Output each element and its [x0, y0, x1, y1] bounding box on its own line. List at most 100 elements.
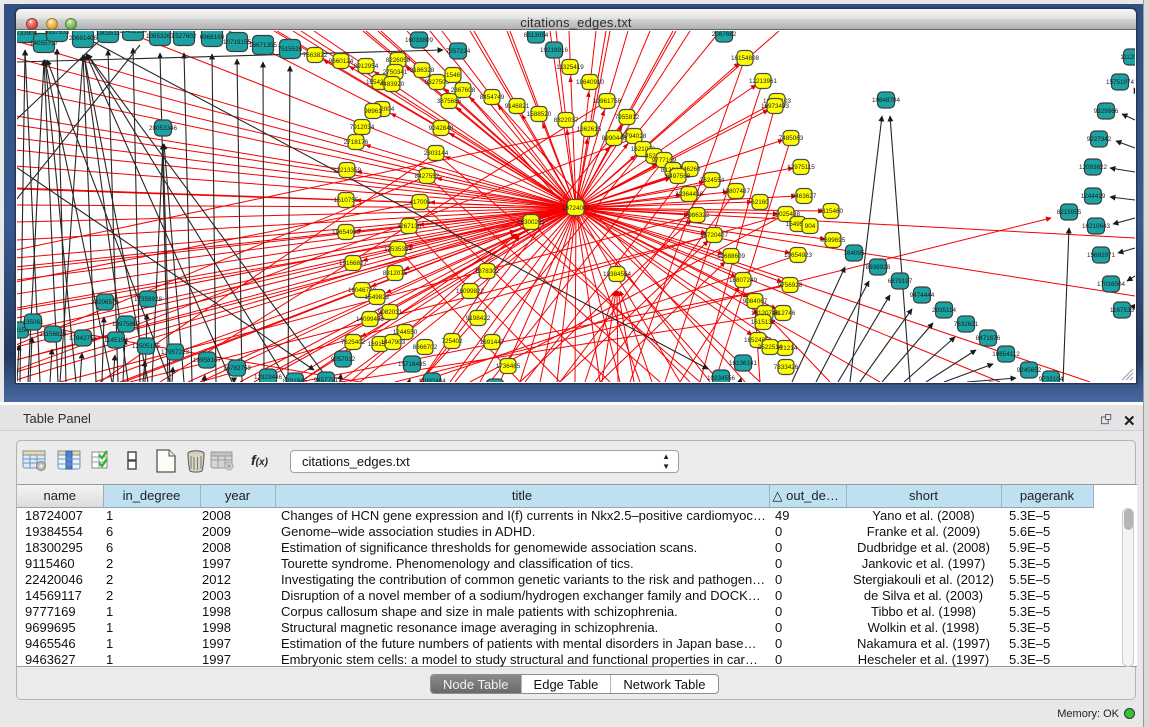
svg-text:7663822: 7663822	[303, 52, 328, 59]
svg-text:8226058: 8226058	[386, 57, 411, 64]
svg-text:1447903: 1447903	[381, 339, 406, 346]
svg-text:19384554: 19384554	[603, 271, 632, 278]
svg-text:7912034: 7912034	[350, 124, 375, 131]
svg-text:12505135: 12505135	[132, 343, 161, 350]
svg-text:18300295: 18300295	[517, 219, 546, 226]
svg-text:3624554: 3624554	[700, 177, 725, 184]
svg-text:98961: 98961	[364, 108, 382, 115]
svg-text:10719155: 10719155	[223, 39, 252, 46]
svg-text:8813054: 8813054	[524, 32, 549, 39]
svg-text:9082031: 9082031	[378, 309, 403, 316]
svg-text:1610755: 1610755	[334, 197, 359, 204]
svg-text:8186328: 8186328	[410, 67, 435, 74]
svg-text:7515526: 7515526	[278, 46, 303, 53]
svg-text:15692971: 15692971	[1087, 252, 1116, 259]
svg-text:2803144: 2803144	[424, 150, 449, 157]
svg-text:20691406: 20691406	[69, 35, 98, 42]
svg-text:10958107: 10958107	[193, 357, 222, 364]
svg-text:16154808: 16154808	[731, 55, 760, 62]
svg-text:11325419: 11325419	[556, 64, 584, 71]
svg-text:18724007: 18724007	[562, 205, 591, 212]
svg-text:1691447: 1691447	[480, 339, 505, 346]
svg-text:9457791: 9457791	[314, 377, 339, 382]
svg-text:2087682: 2087682	[712, 31, 737, 38]
svg-text:1362615: 1362615	[577, 126, 602, 133]
svg-text:164095: 164095	[843, 250, 865, 257]
svg-text:11156829: 11156829	[39, 331, 67, 338]
svg-text:2718176: 2718176	[344, 139, 369, 146]
svg-text:7632621: 7632621	[954, 321, 979, 328]
svg-text:7333426: 7333426	[774, 364, 799, 371]
svg-text:725402: 725402	[441, 338, 463, 345]
svg-text:10234556: 10234556	[707, 375, 736, 382]
svg-text:2935114: 2935114	[932, 307, 957, 314]
svg-text:20364436: 20364436	[675, 191, 704, 198]
svg-text:3875685: 3875685	[437, 98, 462, 105]
svg-text:1736465: 1736465	[496, 363, 521, 370]
svg-text:9057012: 9057012	[331, 356, 356, 363]
svg-text:28053346: 28053346	[149, 125, 178, 132]
svg-text:15751074: 15751074	[1106, 79, 1135, 86]
svg-text:19218916: 19218916	[540, 47, 569, 54]
svg-text:9463627: 9463627	[792, 193, 817, 200]
svg-text:6966160: 6966160	[200, 34, 225, 41]
svg-text:10973493: 10973493	[761, 103, 790, 110]
svg-text:9084067: 9084067	[743, 298, 768, 305]
svg-text:10807487: 10807487	[722, 188, 751, 195]
svg-text:12213359: 12213359	[333, 167, 362, 174]
svg-text:18807249: 18807249	[729, 277, 758, 284]
svg-text:1244419: 1244419	[1081, 193, 1106, 200]
svg-text:7986322: 7986322	[685, 212, 710, 219]
svg-text:17942757: 17942757	[69, 335, 98, 342]
svg-text:16210643: 16210643	[1082, 223, 1111, 230]
svg-text:1903511: 1903511	[96, 31, 121, 37]
svg-text:19654923: 19654923	[784, 252, 813, 259]
svg-text:12975115: 12975115	[787, 164, 815, 171]
svg-text:1527602: 1527602	[172, 33, 197, 40]
svg-text:15716485: 15716485	[398, 361, 427, 368]
svg-text:3267130: 3267130	[397, 223, 422, 230]
svg-text:10648784: 10648784	[872, 97, 901, 104]
svg-text:1167533: 1167533	[1110, 307, 1135, 314]
svg-text:9242848: 9242848	[429, 125, 454, 132]
svg-text:7625402: 7625402	[341, 339, 366, 346]
svg-text:7955812: 7955812	[615, 114, 640, 121]
svg-text:4483920: 4483920	[380, 81, 405, 88]
svg-text:8938928: 8938928	[866, 264, 891, 271]
svg-text:8912954: 8912954	[354, 63, 379, 70]
svg-text:10688609: 10688609	[717, 253, 746, 260]
svg-text:19166827: 19166827	[339, 260, 368, 267]
svg-text:904: 904	[805, 223, 816, 230]
svg-text:16136141: 16136141	[729, 360, 758, 367]
svg-text:15720407: 15720407	[700, 232, 729, 239]
svg-text:13535394: 13535394	[384, 246, 413, 253]
svg-text:10853267: 10853267	[146, 33, 175, 40]
svg-text:12923446: 12923446	[254, 374, 283, 381]
svg-text:9756928: 9756928	[778, 282, 803, 289]
svg-text:10975867: 10975867	[112, 321, 141, 328]
svg-text:16099822: 16099822	[456, 288, 485, 295]
svg-text:16782759: 16782759	[223, 365, 252, 372]
svg-text:9227342: 9227342	[1087, 136, 1112, 143]
svg-text:2367608: 2367608	[451, 87, 476, 94]
svg-text:8215955: 8215955	[1057, 209, 1082, 216]
svg-text:1878302: 1878302	[475, 268, 500, 275]
svg-text:20206576: 20206576	[91, 299, 120, 306]
svg-text:11092404: 11092404	[418, 378, 446, 382]
svg-text:9115460: 9115460	[819, 208, 844, 215]
svg-text:7485063: 7485063	[779, 135, 804, 142]
svg-text:17957223: 17957223	[161, 349, 190, 356]
svg-text:1549822: 1549822	[365, 294, 390, 301]
svg-text:6497568: 6497568	[666, 173, 691, 180]
svg-text:1588520: 1588520	[527, 111, 552, 118]
svg-text:19654983: 19654983	[332, 229, 361, 236]
svg-text:6879197: 6879197	[888, 278, 913, 285]
svg-text:8322037: 8322037	[554, 117, 579, 124]
svg-text:9329966: 9329966	[1094, 108, 1119, 115]
svg-text:2750341: 2750341	[383, 69, 408, 76]
svg-text:1615132: 1615132	[751, 319, 776, 326]
svg-text:10462334: 10462334	[119, 31, 148, 35]
svg-text:9474444: 9474444	[910, 292, 935, 299]
svg-text:14099489: 14099489	[356, 316, 385, 323]
svg-text:12093822: 12093822	[1079, 164, 1108, 171]
